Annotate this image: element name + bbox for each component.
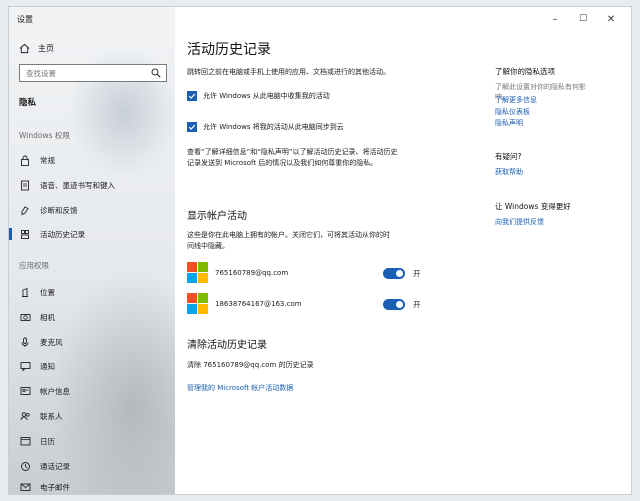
improve-windows-heading: 让 Windows 变得更好 [495, 202, 571, 211]
sidebar-item-email[interactable]: 电子邮件 [9, 476, 175, 494]
window-title: 设置 [17, 14, 33, 24]
sync-activity-label: 允许 Windows 将我的活动从此电脑同步到云 [203, 123, 344, 131]
email-icon [19, 481, 31, 493]
privacy-dashboard-link[interactable]: 隐私仪表板 [495, 107, 530, 117]
maximize-button[interactable]: ☐ [569, 7, 597, 31]
home-icon [19, 43, 30, 54]
sidebar-item-label: 位置 [40, 287, 55, 297]
account-activity-toggle[interactable] [383, 267, 405, 279]
sidebar-item-label: 通话记录 [40, 461, 70, 471]
microphone-icon [19, 336, 31, 348]
minimize-button[interactable]: – [541, 7, 569, 31]
home-nav-item[interactable]: 主页 [19, 43, 54, 54]
notification-icon [19, 360, 31, 372]
account-activity-toggle[interactable] [383, 298, 405, 310]
privacy-statement-link[interactable]: 隐私声明 [495, 118, 523, 128]
sidebar-item-account-info[interactable]: 帐户信息 [9, 380, 175, 402]
accounts-desc-line-2: 间线中隐藏。 [187, 242, 229, 250]
calendar-icon [19, 435, 31, 447]
account-row: 765160789@qq.com 开 [187, 261, 427, 285]
clear-history-text: 清除 765160789@qq.com 的历史记录 [187, 361, 314, 369]
sidebar-item-label: 麦克风 [40, 337, 63, 347]
toggle-state-label: 开 [413, 268, 421, 278]
sidebar-item-speech[interactable]: 语音、墨迹书写和键入 [9, 174, 175, 196]
section-title-privacy: 隐私 [19, 98, 37, 108]
sidebar-item-label: 相机 [40, 312, 55, 322]
sidebar-item-general[interactable]: 常规 [9, 149, 175, 171]
call-history-icon [19, 460, 31, 472]
account-row: 18638764167@163.com 开 [187, 292, 427, 316]
privacy-options-desc-1: 了解此设置对你的隐私有何影 [495, 83, 586, 91]
sidebar-item-label: 电子邮件 [40, 482, 70, 492]
accounts-desc-line-1: 这些是你在此电脑上拥有的帐户。关闭它们，可将其活动从你的时 [187, 231, 390, 239]
sidebar-item-label: 活动历史记录 [40, 229, 85, 239]
sidebar-item-notifications[interactable]: 通知 [9, 355, 175, 377]
sidebar: 设置 主页 隐私 Windows 权限 常规 语音、墨迹书写 [9, 7, 175, 494]
contacts-icon [19, 410, 31, 422]
sync-activity-checkbox[interactable] [187, 122, 197, 132]
sidebar-item-label: 语音、墨迹书写和键入 [40, 180, 115, 190]
microsoft-logo-icon [187, 262, 209, 284]
feedback-icon [19, 204, 31, 216]
main-content: 活动历史记录 跳转回之前在电脑或手机上使用的应用、文档或进行的其他活动。 允许 … [175, 31, 475, 494]
sidebar-item-contacts[interactable]: 联系人 [9, 405, 175, 427]
toggle-state-label: 开 [413, 299, 421, 309]
sidebar-item-label: 帐户信息 [40, 386, 70, 396]
collect-activity-checkbox-row[interactable]: 允许 Windows 从此电脑中收集我的活动 [187, 91, 330, 101]
sidebar-item-label: 联系人 [40, 411, 63, 421]
sidebar-item-camera[interactable]: 相机 [9, 306, 175, 328]
sidebar-item-label: 常规 [40, 155, 55, 165]
title-bar: 设置 [9, 7, 175, 31]
learn-more-link[interactable]: 了解更多信息 [495, 95, 537, 105]
question-heading: 有疑问? [495, 152, 522, 161]
group-label-apps: 应用权限 [19, 261, 49, 270]
search-box[interactable] [19, 64, 167, 82]
account-email: 18638764167@163.com [215, 300, 302, 308]
sync-activity-checkbox-row[interactable]: 允许 Windows 将我的活动从此电脑同步到云 [187, 122, 344, 132]
intro-text: 跳转回之前在电脑或手机上使用的应用、文档或进行的其他活动。 [187, 68, 390, 76]
account-email: 765160789@qq.com [215, 269, 289, 277]
privacy-info-line-2: 记录发送到 Microsoft 后的情况以及我们如何尊重你的隐私。 [187, 159, 378, 167]
location-icon [19, 286, 31, 298]
camera-icon [19, 311, 31, 323]
page-title: 活动历史记录 [187, 42, 271, 58]
privacy-options-heading: 了解你的隐私选项 [495, 67, 555, 76]
sidebar-item-label: 诊断和反馈 [40, 205, 78, 215]
lock-icon [19, 154, 31, 166]
sidebar-item-diagnostics[interactable]: 诊断和反馈 [9, 199, 175, 221]
account-icon [19, 385, 31, 397]
microsoft-logo-icon [187, 293, 209, 315]
related-settings-panel: 了解你的隐私选项 了解此设置对你的隐私有何影 响。 了解更多信息 隐私仪表板 隐… [495, 31, 629, 494]
close-button[interactable]: ✕ [597, 7, 625, 31]
get-help-link[interactable]: 获取帮助 [495, 167, 523, 177]
manage-account-data-link[interactable]: 管理我的 Microsoft 帐户活动数据 [187, 383, 293, 394]
accounts-heading: 显示帐户活动 [187, 211, 247, 222]
sidebar-item-label: 日历 [40, 436, 55, 446]
sidebar-item-location[interactable]: 位置 [9, 281, 175, 303]
collect-activity-label: 允许 Windows 从此电脑中收集我的活动 [203, 92, 330, 100]
search-icon[interactable] [151, 68, 161, 80]
collect-activity-checkbox[interactable] [187, 91, 197, 101]
window-controls: – ☐ ✕ [541, 7, 625, 31]
sidebar-item-calendar[interactable]: 日历 [9, 430, 175, 452]
document-icon [19, 179, 31, 191]
home-label: 主页 [38, 44, 54, 53]
clear-history-heading: 清除活动历史记录 [187, 340, 267, 351]
sidebar-item-microphone[interactable]: 麦克风 [9, 331, 175, 353]
settings-window: 设置 主页 隐私 Windows 权限 常规 语音、墨迹书写 [8, 6, 632, 495]
group-label-windows: Windows 权限 [19, 131, 70, 140]
sidebar-item-label: 通知 [40, 361, 55, 371]
sidebar-item-activity-history[interactable]: 活动历史记录 [9, 223, 175, 245]
timeline-icon [19, 228, 31, 240]
privacy-info-line-1: 查看“了解详细信息”和“隐私声明”以了解活动历史记录、将活动历史 [187, 148, 398, 156]
search-input[interactable] [26, 68, 150, 78]
give-feedback-link[interactable]: 向我们提供反馈 [495, 217, 544, 227]
sidebar-item-call-history[interactable]: 通话记录 [9, 455, 175, 477]
